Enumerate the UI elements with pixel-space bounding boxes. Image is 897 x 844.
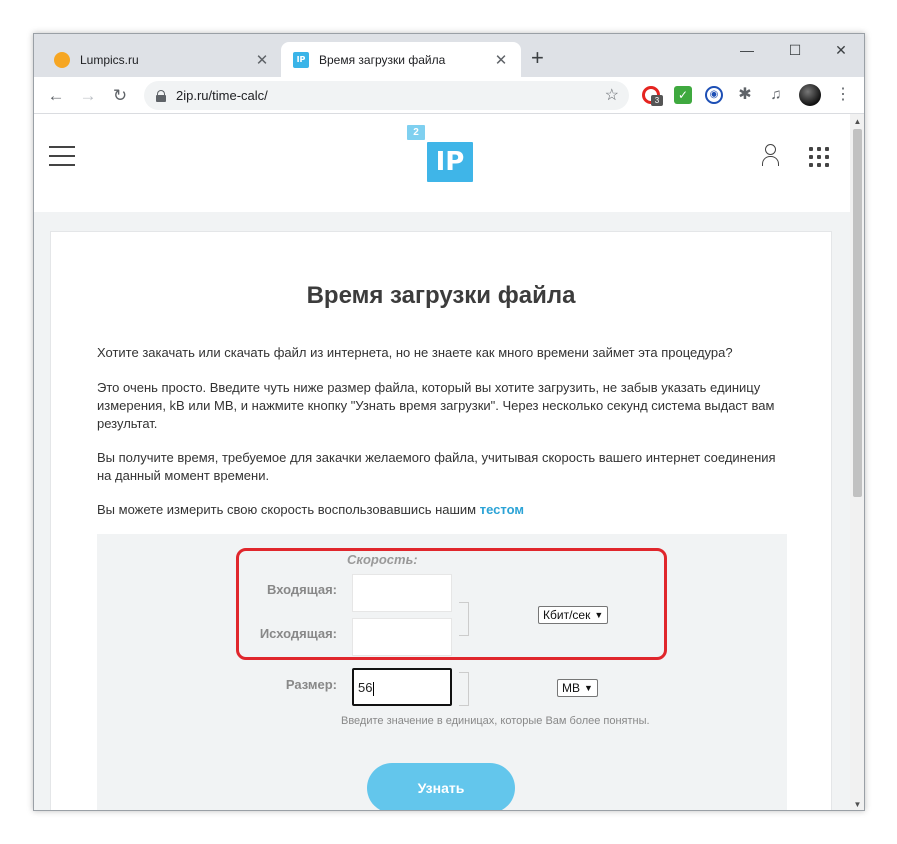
globe-extension-icon[interactable]: ◉ [705, 86, 723, 104]
tab-strip: Lumpics.ru ✕ IP Время загрузки файла ✕ +… [34, 34, 864, 77]
media-control-icon[interactable]: ♫ [767, 86, 785, 104]
back-arrow-icon[interactable]: ← [44, 84, 68, 108]
checkmark-extension-icon[interactable]: ✓ [674, 86, 692, 104]
speed-test-paragraph: Вы можете измерить свою скорость восполь… [97, 501, 787, 519]
scroll-up-arrow-icon[interactable]: ▲ [850, 114, 864, 129]
tab-close-icon[interactable]: ✕ [493, 51, 509, 69]
logo-2: 2 [407, 125, 425, 140]
tab-title: Lumpics.ru [80, 52, 139, 67]
speed-fields-highlight [236, 548, 667, 660]
close-window-button[interactable]: ✕ [818, 38, 864, 62]
size-unit-select[interactable]: MB ▼ [557, 679, 598, 697]
intro-paragraph: Хотите закачать или скачать файл из инте… [97, 345, 733, 360]
apps-grid-icon[interactable] [809, 147, 829, 167]
site-header: 2 IP [34, 114, 850, 212]
bookmark-star-icon[interactable]: ☆ [605, 85, 619, 105]
2ip-favicon-icon: IP [293, 51, 309, 68]
file-size-value: 56 [358, 680, 373, 695]
logo-ip: IP [427, 142, 473, 182]
page-viewport: 2 IP Время загрузки файла Хотите закачат… [34, 114, 850, 810]
lumpics-favicon-icon [54, 51, 70, 68]
minimize-button[interactable]: — [724, 38, 770, 62]
page-title: Время загрузки файла [306, 282, 576, 309]
user-icon[interactable] [761, 144, 779, 168]
scrollbar-thumb[interactable] [853, 129, 862, 497]
kebab-menu-icon[interactable]: ⋮ [834, 84, 852, 106]
new-tab-button[interactable]: + [531, 46, 544, 70]
profile-avatar[interactable] [799, 84, 821, 106]
maximize-button[interactable]: ☐ [772, 38, 818, 62]
vertical-scrollbar[interactable]: ▲ ▼ [850, 114, 864, 810]
tab-time-calc[interactable]: IP Время загрузки файла ✕ [281, 42, 521, 77]
chevron-down-icon: ▼ [584, 683, 593, 693]
extension-badge: 3 [651, 95, 663, 106]
result-paragraph: Вы получите время, требуемое для закачки… [97, 450, 776, 483]
tab-close-icon[interactable]: ✕ [254, 51, 270, 69]
size-unit-value: MB [562, 681, 580, 695]
text-cursor [373, 681, 375, 696]
puzzle-extensions-icon[interactable]: ✱ [736, 86, 754, 104]
speed-test-link[interactable]: тестом [480, 502, 524, 517]
input-hint: Введите значение в единицах, которые Вам… [341, 715, 650, 727]
instructions-paragraph: Это очень просто. Введите чуть ниже разм… [97, 380, 775, 431]
site-logo[interactable]: 2 IP [407, 125, 473, 185]
url-text[interactable]: 2ip.ru/time-calc/ [176, 88, 268, 103]
browser-window: Lumpics.ru ✕ IP Время загрузки файла ✕ +… [33, 33, 865, 811]
content-card: Время загрузки файла Хотите закачать или… [50, 231, 832, 810]
size-label: Размер: [285, 677, 337, 692]
lock-icon [156, 89, 166, 102]
tab-lumpics[interactable]: Lumpics.ru ✕ [42, 42, 282, 77]
tab-title: Время загрузки файла [319, 52, 446, 67]
address-bar[interactable]: 2ip.ru/time-calc/ ☆ [144, 81, 629, 110]
browser-toolbar: ← → ↻ 2ip.ru/time-calc/ ☆ 3 ✓ ◉ ✱ ♫ ⋮ [34, 77, 864, 114]
submit-button[interactable]: Узнать [367, 763, 515, 810]
speed-test-text: Вы можете измерить свою скорость восполь… [97, 502, 480, 517]
size-bracket [459, 672, 469, 706]
reload-icon[interactable]: ↻ [108, 84, 132, 108]
hamburger-menu-icon[interactable] [49, 146, 75, 166]
forward-arrow-icon[interactable]: → [76, 84, 100, 108]
scroll-down-arrow-icon[interactable]: ▼ [850, 797, 864, 810]
file-size-input[interactable]: 56 [352, 668, 452, 706]
